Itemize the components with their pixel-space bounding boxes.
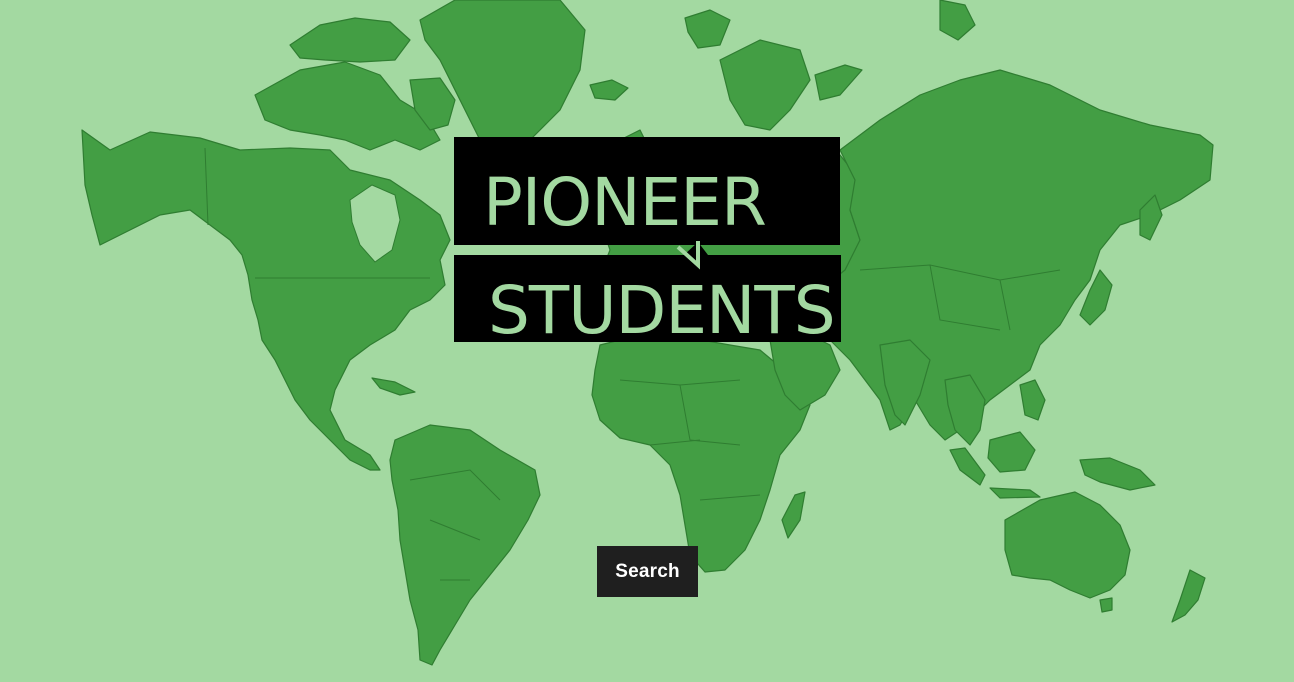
continent-australia [1004,491,1131,599]
page-background: PIONEER STUDENTS Search [0,0,1294,682]
madagascar [781,491,806,539]
cuba [371,377,416,396]
arctic-islands-north [289,17,411,63]
logo-line-2: STUDENTS [488,272,836,349]
java [989,487,1041,499]
search-button[interactable]: Search [597,546,698,597]
siberian-islands [939,0,976,41]
svalbard [684,9,731,49]
novaya-zemlya [814,64,863,101]
arctic-islands [254,61,441,151]
new-zealand [1171,569,1206,623]
logo-line-1: PIONEER [483,164,767,241]
continent-south-america [389,424,541,666]
continent-asia [789,69,1214,441]
greenland [419,0,586,161]
philippines [1019,379,1046,421]
iceland [589,79,629,101]
continent-north-america [81,129,451,471]
tasmania [1099,597,1113,613]
borneo [987,431,1036,473]
pioneer-students-logo[interactable]: PIONEER STUDENTS [452,137,842,349]
scandinavia [719,39,811,131]
new-guinea [1079,457,1156,491]
sumatra [949,447,986,486]
